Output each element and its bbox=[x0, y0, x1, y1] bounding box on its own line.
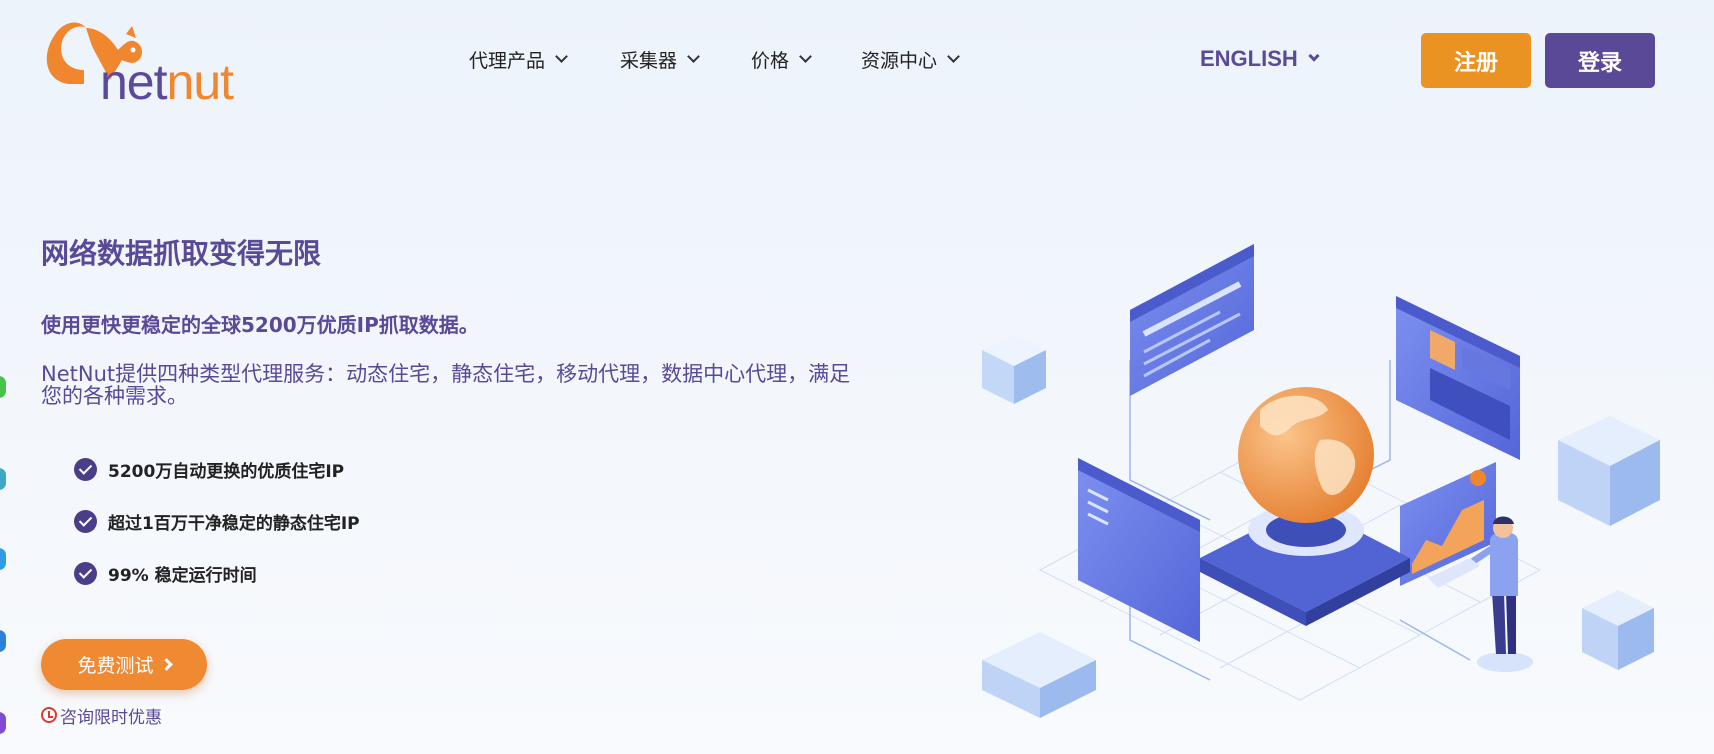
language-label: ENGLISH bbox=[1200, 46, 1298, 71]
nav-label: 采集器 bbox=[620, 49, 678, 72]
check-circle-icon bbox=[74, 509, 97, 533]
hero-illustration bbox=[982, 244, 1660, 718]
nav-label: 代理产品 bbox=[469, 49, 546, 72]
feature-list: 5200万自动更换的优质住宅IP 超过1百万干净稳定的静态住宅IP 99% 稳定… bbox=[74, 456, 360, 612]
nav-label: 价格 bbox=[751, 49, 790, 72]
feature-text: 超过1百万干净稳定的静态住宅IP bbox=[108, 513, 360, 534]
netnut-logo[interactable]: netnut bbox=[40, 14, 250, 110]
edge-decoration-purple bbox=[0, 712, 6, 734]
window-panel-right bbox=[1396, 296, 1520, 460]
feature-item: 5200万自动更换的优质住宅IP bbox=[74, 456, 360, 482]
cube-right-bottom bbox=[1582, 590, 1654, 670]
check-circle-icon bbox=[74, 561, 97, 585]
nav-item-pricing[interactable]: 价格 bbox=[751, 44, 812, 74]
feature-item: 99% 稳定运行时间 bbox=[74, 560, 360, 586]
chart-panel bbox=[1400, 462, 1496, 586]
free-trial-label: 免费测试 bbox=[77, 655, 154, 677]
globe bbox=[1238, 387, 1374, 523]
language-selector[interactable]: ENGLISH bbox=[1200, 44, 1320, 74]
promo-link[interactable]: 咨询限时优惠 bbox=[41, 704, 162, 728]
window-panel-top bbox=[1130, 244, 1254, 396]
cube-bottom-left bbox=[982, 632, 1096, 718]
nav-label: 资源中心 bbox=[861, 49, 938, 72]
chevron-down-icon bbox=[555, 49, 568, 63]
register-button[interactable]: 注册 bbox=[1421, 33, 1531, 88]
chevron-down-icon bbox=[799, 49, 812, 63]
hero-subtitle: 使用更快更稳定的全球5200万优质IP抓取数据。 bbox=[41, 313, 479, 337]
hero-title: 网络数据抓取变得无限 bbox=[41, 237, 322, 270]
window-panel-left bbox=[1078, 458, 1200, 642]
free-trial-button[interactable]: 免费测试 bbox=[41, 639, 207, 690]
edge-decoration-green bbox=[0, 376, 6, 398]
chevron-down-icon bbox=[1308, 50, 1320, 62]
feature-item: 超过1百万干净稳定的静态住宅IP bbox=[74, 508, 360, 534]
edge-decoration-teal bbox=[0, 468, 6, 490]
promo-text: 咨询限时优惠 bbox=[60, 707, 162, 728]
chevron-down-icon bbox=[687, 49, 700, 63]
logo-text-net: net bbox=[100, 54, 168, 110]
check-circle-icon bbox=[74, 457, 97, 481]
cube-right bbox=[1558, 416, 1660, 526]
chevron-right-icon bbox=[159, 658, 173, 671]
hero-description: NetNut提供四种类型代理服务：动态住宅，静态住宅，移动代理，数据中心代理，满… bbox=[41, 362, 851, 408]
logo-wordmark: netnut bbox=[100, 54, 235, 110]
feature-text: 99% 稳定运行时间 bbox=[108, 565, 257, 586]
cube-top-left bbox=[982, 334, 1046, 404]
nav-item-proxy-products[interactable]: 代理产品 bbox=[469, 44, 568, 74]
logo-text-nut: nut bbox=[166, 54, 235, 110]
nav-item-scraper[interactable]: 采集器 bbox=[620, 44, 700, 74]
feature-text: 5200万自动更换的优质住宅IP bbox=[108, 461, 345, 482]
edge-decoration-blue-2 bbox=[0, 630, 6, 652]
edge-decoration-blue bbox=[0, 548, 6, 570]
chevron-down-icon bbox=[947, 49, 960, 63]
login-button[interactable]: 登录 bbox=[1545, 33, 1655, 88]
site-header: netnut 代理产品 采集器 价格 资源中心 ENGLISH 注册 登录 bbox=[0, 0, 1714, 130]
alarm-clock-icon bbox=[41, 707, 57, 723]
nav-item-resource-center[interactable]: 资源中心 bbox=[861, 44, 960, 74]
